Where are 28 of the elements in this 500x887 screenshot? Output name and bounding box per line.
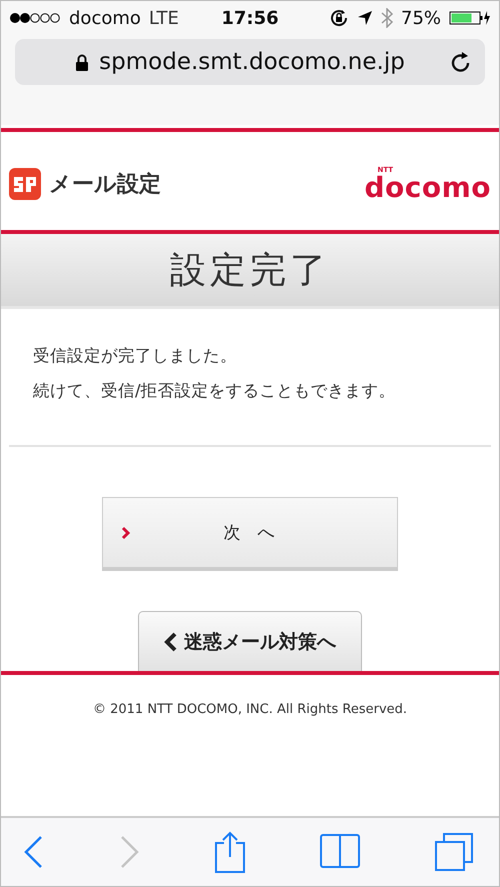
copyright-text: © 2011 NTT DOCOMO, INC. All Rights Reserved. <box>92 702 408 717</box>
app-logo-icon <box>9 168 41 200</box>
page-title: 設定完了 <box>170 248 330 292</box>
message-text: 続けて、受信/拒否設定をすることもできます。 <box>33 380 397 401</box>
back-button[interactable]: 迷惑メール対策へ <box>138 611 362 671</box>
book-icon[interactable] <box>319 833 362 871</box>
clock-time: 17:56 <box>221 8 279 28</box>
app-title: メール設定 <box>49 170 161 199</box>
back-icon[interactable] <box>23 835 45 869</box>
address-bar[interactable]: spmode.smt.docomo.ne.jp <box>15 39 485 85</box>
rotation-lock-icon <box>329 8 349 28</box>
bluetooth-icon <box>381 8 393 28</box>
logo-wordmark: docomo <box>364 174 491 202</box>
chevron-left-icon <box>164 632 178 652</box>
signal-icon <box>9 12 61 24</box>
location-arrow-icon <box>357 10 373 26</box>
message-text: 受信設定が完了しました。 <box>33 345 238 366</box>
chevron-right-icon <box>121 526 131 540</box>
network-type: LTE <box>148 8 179 28</box>
share-icon[interactable] <box>212 831 246 873</box>
battery-percentage: 75% <box>401 8 442 28</box>
next-button[interactable]: 次 へ <box>102 497 398 571</box>
tabs-icon[interactable] <box>434 832 474 872</box>
lock-icon <box>75 54 90 70</box>
url-text: spmode.smt.docomo.ne.jp <box>99 49 405 75</box>
reload-icon[interactable] <box>451 51 471 73</box>
battery-charging-icon <box>449 10 492 26</box>
carrier-name: docomo <box>69 8 141 28</box>
